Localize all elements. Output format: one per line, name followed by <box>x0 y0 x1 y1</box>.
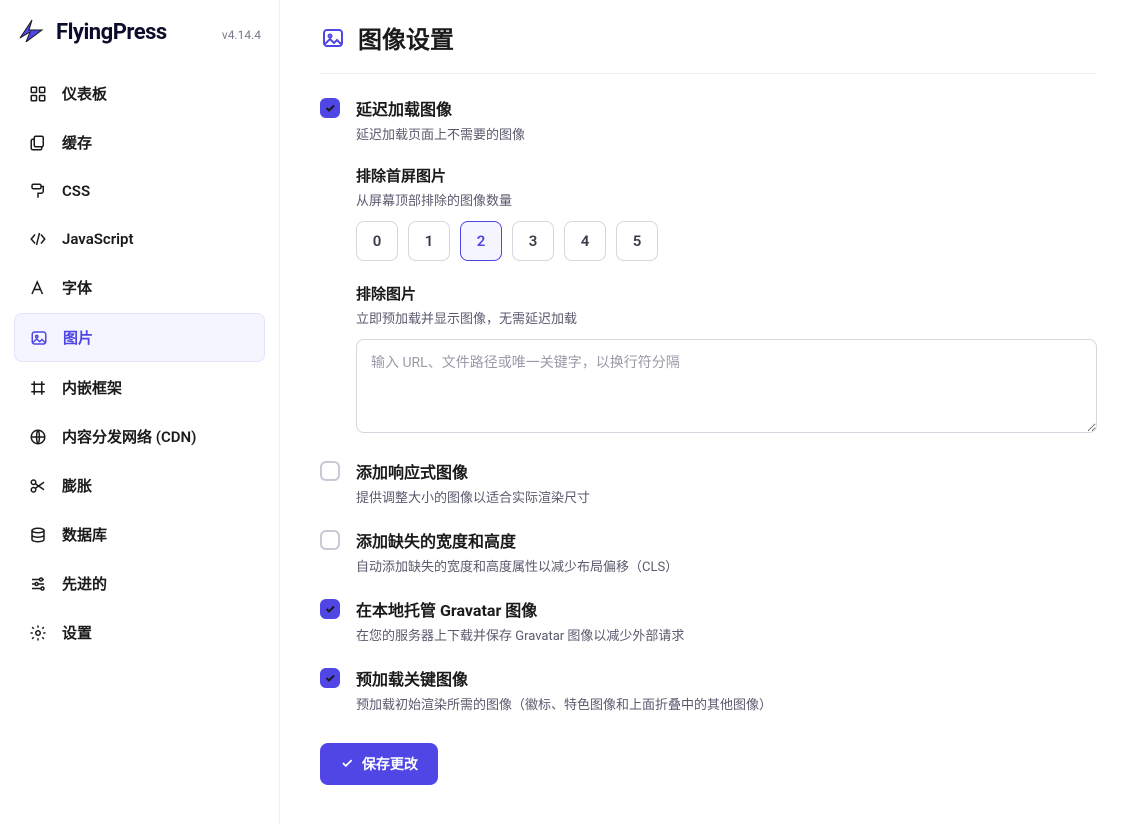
sidebar-item-label: 图片 <box>63 327 93 348</box>
sliders-icon <box>28 574 48 594</box>
sidebar-item-images[interactable]: 图片 <box>14 313 265 362</box>
save-button[interactable]: 保存更改 <box>320 743 438 785</box>
checkbox-responsive-images[interactable] <box>320 461 340 481</box>
option-title: 排除图片 <box>356 283 1097 304</box>
sidebar-item-database[interactable]: 数据库 <box>14 511 265 558</box>
option-title: 添加缺失的宽度和高度 <box>356 528 1097 552</box>
sidebar-item-bloat[interactable]: 膨胀 <box>14 462 265 509</box>
check-icon <box>340 756 354 773</box>
sidebar-item-label: 缓存 <box>62 132 92 153</box>
sidebar-item-label: 数据库 <box>62 524 107 545</box>
grid-icon <box>28 84 48 104</box>
sidebar-item-cdn[interactable]: 内容分发网络 (CDN) <box>14 413 265 460</box>
option-desc: 立即预加载并显示图像，无需延迟加载 <box>356 308 1097 327</box>
page-title: 图像设置 <box>358 20 454 55</box>
exclude-count-option[interactable]: 3 <box>512 221 554 261</box>
image-icon <box>320 25 346 51</box>
option-title: 添加响应式图像 <box>356 459 1097 483</box>
image-icon <box>29 328 49 348</box>
sidebar-item-cache[interactable]: 缓存 <box>14 119 265 166</box>
brand-name: FlyingPress <box>56 20 167 45</box>
checkbox-lazyload[interactable] <box>320 98 340 118</box>
exclude-count-option[interactable]: 1 <box>408 221 450 261</box>
option-desc: 从屏幕顶部排除的图像数量 <box>356 190 1097 209</box>
sidebar-item-javascript[interactable]: JavaScript <box>14 216 265 262</box>
sidebar-item-dashboard[interactable]: 仪表板 <box>14 70 265 117</box>
brand-logo: FlyingPress <box>18 18 167 46</box>
option-gravatar: 在本地托管 Gravatar 图像 在您的服务器上下载并保存 Gravatar … <box>320 597 1097 644</box>
exclude-images-input[interactable] <box>356 339 1097 433</box>
option-dimensions: 添加缺失的宽度和高度 自动添加缺失的宽度和高度属性以减少布局偏移（CLS） <box>320 528 1097 575</box>
page-header: 图像设置 <box>320 20 1097 74</box>
option-title: 在本地托管 Gravatar 图像 <box>356 597 1097 621</box>
sidebar-item-label: 设置 <box>62 622 92 643</box>
exclude-count-selector: 0 1 2 3 4 5 <box>356 221 1097 261</box>
checkbox-dimensions[interactable] <box>320 530 340 550</box>
option-preload: 预加载关键图像 预加载初始渲染所需的图像（徽标、特色图像和上面折叠中的其他图像） <box>320 666 1097 713</box>
checkbox-gravatar[interactable] <box>320 599 340 619</box>
option-responsive-images: 添加响应式图像 提供调整大小的图像以适合实际渲染尺寸 <box>320 459 1097 506</box>
sidebar-item-advanced[interactable]: 先进的 <box>14 560 265 607</box>
option-desc: 延迟加载页面上不需要的图像 <box>356 124 1097 143</box>
sidebar-item-label: 仪表板 <box>62 83 107 104</box>
code-icon <box>28 229 48 249</box>
sidebar: FlyingPress v4.14.4 仪表板 缓存 CSS Ja <box>0 0 280 825</box>
files-icon <box>28 133 48 153</box>
option-exclude-above-fold: 排除首屏图片 从屏幕顶部排除的图像数量 0 1 2 3 4 5 <box>356 165 1097 261</box>
sidebar-item-css[interactable]: CSS <box>14 168 265 214</box>
settings-panel: 图像设置 延迟加载图像 延迟加载页面上不需要的图像 排除首屏图片 从屏幕顶部排除… <box>280 0 1137 825</box>
database-icon <box>28 525 48 545</box>
option-title: 预加载关键图像 <box>356 666 1097 690</box>
paint-icon <box>28 181 48 201</box>
option-lazyload: 延迟加载图像 延迟加载页面上不需要的图像 <box>320 96 1097 143</box>
option-desc: 在您的服务器上下载并保存 Gravatar 图像以减少外部请求 <box>356 625 1097 644</box>
sidebar-item-label: 内嵌框架 <box>62 377 122 398</box>
option-exclude-list: 排除图片 立即预加载并显示图像，无需延迟加载 <box>356 283 1097 437</box>
frame-icon <box>28 378 48 398</box>
sidebar-item-iframes[interactable]: 内嵌框架 <box>14 364 265 411</box>
sidebar-item-label: CSS <box>62 182 90 200</box>
scissors-icon <box>28 476 48 496</box>
brand-icon <box>18 18 48 46</box>
exclude-count-option[interactable]: 2 <box>460 221 502 261</box>
save-button-label: 保存更改 <box>362 754 418 774</box>
option-desc: 预加载初始渲染所需的图像（徽标、特色图像和上面折叠中的其他图像） <box>356 694 1097 713</box>
sidebar-item-label: JavaScript <box>62 230 134 248</box>
sidebar-item-settings[interactable]: 设置 <box>14 609 265 656</box>
brand-row: FlyingPress v4.14.4 <box>14 18 265 62</box>
option-desc: 自动添加缺失的宽度和高度属性以减少布局偏移（CLS） <box>356 556 1097 575</box>
sidebar-item-label: 膨胀 <box>62 475 92 496</box>
font-icon <box>28 278 48 298</box>
sidebar-nav: 仪表板 缓存 CSS JavaScript 字体 <box>14 70 265 656</box>
brand-version: v4.14.4 <box>222 28 261 46</box>
option-title: 排除首屏图片 <box>356 165 1097 186</box>
sidebar-item-label: 字体 <box>62 277 92 298</box>
sidebar-item-label: 内容分发网络 (CDN) <box>62 426 196 447</box>
exclude-count-option[interactable]: 4 <box>564 221 606 261</box>
checkbox-preload[interactable] <box>320 668 340 688</box>
globe-icon <box>28 427 48 447</box>
exclude-count-option[interactable]: 0 <box>356 221 398 261</box>
exclude-count-option[interactable]: 5 <box>616 221 658 261</box>
option-desc: 提供调整大小的图像以适合实际渲染尺寸 <box>356 487 1097 506</box>
sidebar-item-fonts[interactable]: 字体 <box>14 264 265 311</box>
gear-icon <box>28 623 48 643</box>
option-title: 延迟加载图像 <box>356 96 1097 120</box>
sidebar-item-label: 先进的 <box>62 573 107 594</box>
